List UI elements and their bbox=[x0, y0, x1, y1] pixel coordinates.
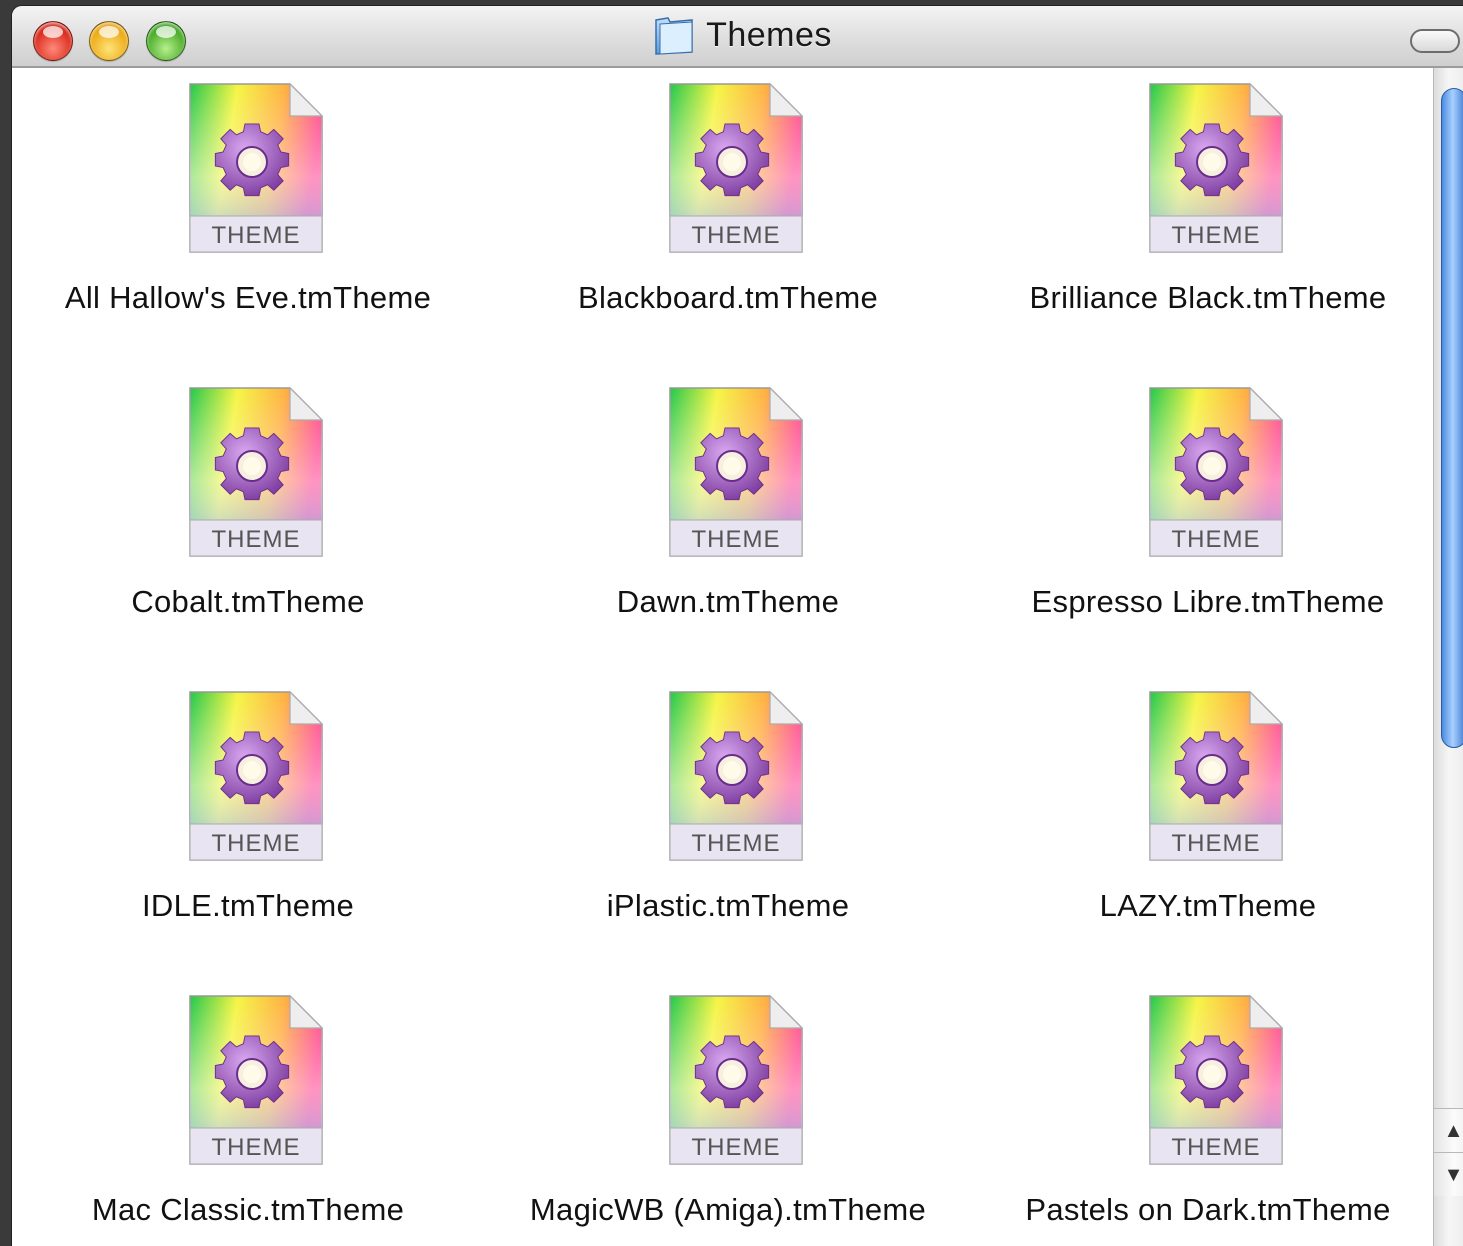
theme-file-icon: THEME bbox=[1149, 994, 1284, 1165]
file-name-label: Cobalt.tmTheme bbox=[131, 584, 365, 619]
file-item[interactable]: THEME Blackboard.tmTheme bbox=[498, 68, 958, 368]
file-name-label: Mac Classic.tmTheme bbox=[91, 1192, 405, 1227]
theme-file-icon: THEME bbox=[1149, 690, 1284, 861]
scrollbar-thumb[interactable] bbox=[1441, 88, 1463, 748]
file-name-label: Blackboard.tmTheme bbox=[577, 280, 879, 315]
file-item[interactable]: THEME Brilliance Black.tmTheme bbox=[978, 68, 1438, 368]
window-title: Themes bbox=[706, 15, 832, 54]
scroll-down-arrow[interactable]: ▼ bbox=[1434, 1152, 1463, 1196]
theme-file-icon: THEME bbox=[189, 994, 324, 1165]
theme-file-icon: THEME bbox=[669, 690, 804, 861]
file-item[interactable]: THEME Pastels on Dark.tmTheme bbox=[978, 980, 1438, 1246]
vertical-scrollbar[interactable]: ▲ ▼ bbox=[1433, 68, 1463, 1246]
theme-file-icon: THEME bbox=[669, 994, 804, 1165]
theme-file-icon: THEME bbox=[189, 82, 324, 253]
title-bar[interactable]: Themes bbox=[12, 6, 1463, 68]
theme-file-icon: THEME bbox=[189, 690, 324, 861]
file-name-label: Espresso Libre.tmTheme bbox=[1031, 584, 1385, 619]
file-name-label: LAZY.tmTheme bbox=[1099, 888, 1317, 923]
file-item[interactable]: THEME Mac Classic.tmTheme bbox=[18, 980, 478, 1246]
file-name-label: iPlastic.tmTheme bbox=[606, 888, 850, 923]
theme-badge-text: THEME bbox=[1172, 222, 1261, 249]
theme-file-icon: THEME bbox=[189, 386, 324, 557]
theme-badge-text: THEME bbox=[1172, 526, 1261, 553]
theme-file-icon: THEME bbox=[669, 386, 804, 557]
file-name-label: All Hallow's Eve.tmTheme bbox=[64, 280, 432, 315]
theme-badge-text: THEME bbox=[212, 830, 301, 857]
theme-badge-text: THEME bbox=[692, 830, 781, 857]
file-name-label: Brilliance Black.tmTheme bbox=[1029, 280, 1387, 315]
theme-badge-text: THEME bbox=[212, 222, 301, 249]
theme-badge-text: THEME bbox=[212, 526, 301, 553]
window-title-group: Themes bbox=[12, 14, 1463, 56]
theme-badge-text: THEME bbox=[692, 526, 781, 553]
icon-view[interactable]: THEME All Hallow's Eve.tmTheme THEME Bla… bbox=[12, 68, 1433, 1246]
finder-window: Themes THEME All Hallow's Eve.tmTheme TH… bbox=[12, 6, 1463, 1246]
file-name-label: MagicWB (Amiga).tmTheme bbox=[529, 1192, 927, 1227]
theme-badge-text: THEME bbox=[692, 222, 781, 249]
file-item[interactable]: THEME Cobalt.tmTheme bbox=[18, 372, 478, 672]
file-item[interactable]: THEME MagicWB (Amiga).tmTheme bbox=[498, 980, 958, 1246]
theme-badge-text: THEME bbox=[692, 1134, 781, 1161]
theme-badge-text: THEME bbox=[1172, 830, 1261, 857]
file-item[interactable]: THEME LAZY.tmTheme bbox=[978, 676, 1438, 976]
theme-badge-text: THEME bbox=[212, 1134, 301, 1161]
file-name-label: IDLE.tmTheme bbox=[141, 888, 355, 923]
file-item[interactable]: THEME IDLE.tmTheme bbox=[18, 676, 478, 976]
file-name-label: Pastels on Dark.tmTheme bbox=[1025, 1192, 1391, 1227]
file-item[interactable]: THEME Espresso Libre.tmTheme bbox=[978, 372, 1438, 672]
theme-badge-text: THEME bbox=[1172, 1134, 1261, 1161]
file-item[interactable]: THEME Dawn.tmTheme bbox=[498, 372, 958, 672]
file-item[interactable]: THEME iPlastic.tmTheme bbox=[498, 676, 958, 976]
file-item[interactable]: THEME All Hallow's Eve.tmTheme bbox=[18, 68, 478, 368]
scroll-up-arrow[interactable]: ▲ bbox=[1434, 1108, 1463, 1152]
folder-icon bbox=[655, 17, 693, 55]
theme-file-icon: THEME bbox=[1149, 82, 1284, 253]
file-name-label: Dawn.tmTheme bbox=[616, 584, 840, 619]
toolbar-toggle-button[interactable] bbox=[1410, 29, 1460, 53]
theme-file-icon: THEME bbox=[669, 82, 804, 253]
theme-file-icon: THEME bbox=[1149, 386, 1284, 557]
